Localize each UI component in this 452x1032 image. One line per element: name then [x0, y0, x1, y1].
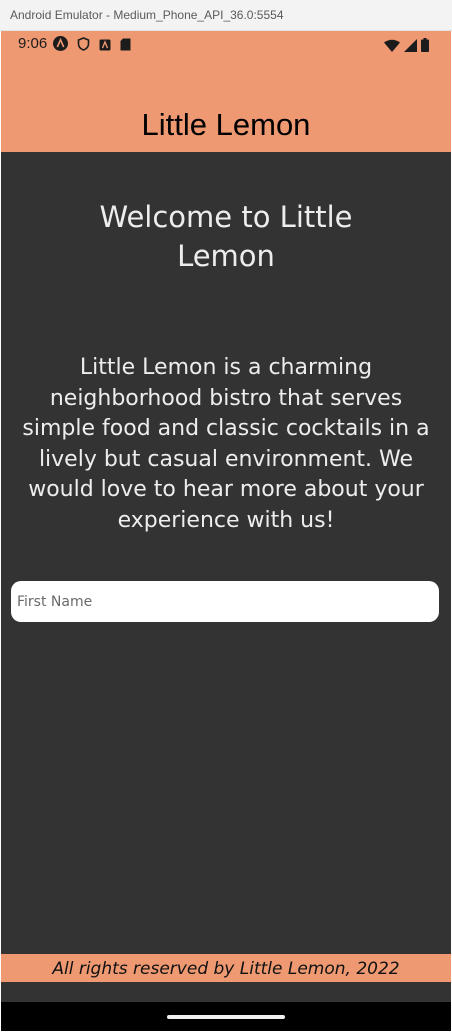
app-header: Little Lemon: [1, 57, 451, 152]
shield-icon: [77, 36, 90, 55]
wifi-icon: [384, 37, 400, 56]
footer-text: All rights reserved by Little Lemon, 202…: [52, 959, 400, 979]
about-description: Little Lemon is a charming neighborhood …: [22, 355, 430, 533]
status-system-icons: [384, 37, 429, 56]
cellular-signal-icon: [404, 37, 417, 56]
app-title: Little Lemon: [141, 107, 311, 142]
phone-screen: 9:06 Little Lemon Welcome to Little Lemo…: [1, 31, 451, 1031]
battery-icon: [421, 37, 429, 56]
footer: All rights reserved by Little Lemon, 202…: [1, 954, 451, 982]
app-a-icon: [53, 36, 68, 55]
welcome-title: Welcome to Little Lemon: [99, 200, 353, 273]
status-time: 9:06: [18, 35, 48, 52]
status-notification-icons: [53, 36, 131, 55]
sd-card-icon: [120, 36, 131, 55]
emulator-window-title: Android Emulator - Medium_Phone_API_36.0…: [0, 0, 452, 31]
status-bar: 9:06: [1, 31, 451, 57]
home-gesture-handle[interactable]: [167, 1015, 285, 1019]
system-navigation-bar: [1, 1002, 451, 1031]
first-name-input[interactable]: [11, 581, 439, 622]
app-badge-icon: [99, 36, 111, 55]
